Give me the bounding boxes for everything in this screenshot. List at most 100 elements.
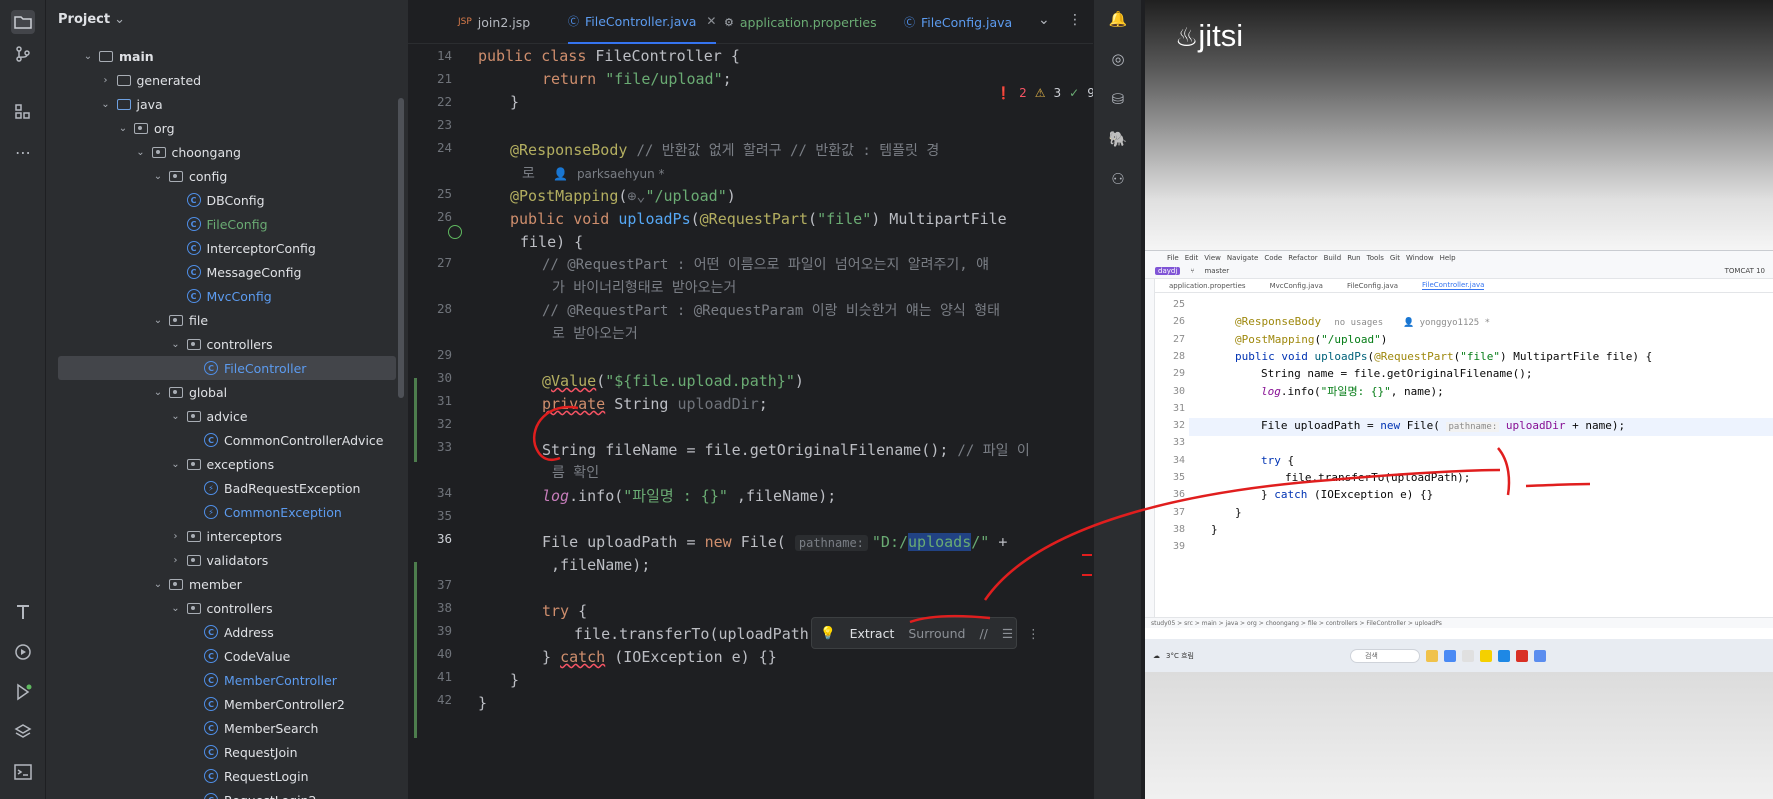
tree-item[interactable]: › validators [46, 548, 408, 572]
chevron-right-icon[interactable]: › [169, 555, 183, 566]
code-line-41: } [510, 671, 520, 689]
run-icon[interactable] [11, 640, 35, 664]
tree-item[interactable]: C MemberController [46, 668, 408, 692]
comment: 로 [522, 166, 535, 182]
shared-breadcrumb-text: study05 > src > main > java > org > choo… [1151, 619, 1442, 627]
comment-icon[interactable]: // [979, 626, 987, 641]
tree-item[interactable]: C CodeValue [46, 644, 408, 668]
chevron-down-icon[interactable]: ⌄ [134, 147, 148, 158]
shared-line-number: 31 [1172, 402, 1185, 414]
tree-item[interactable]: C RequestJoin [46, 740, 408, 764]
chevron-down-icon[interactable]: ⌄ [169, 603, 183, 614]
tree-item[interactable]: C RequestLogin [46, 764, 408, 788]
shared-branch: master [1204, 267, 1230, 275]
tree-item[interactable]: C MvcConfig [46, 284, 408, 308]
chevron-down-icon[interactable]: ⌄ [116, 123, 130, 134]
tree-item[interactable]: C MemberSearch [46, 716, 408, 740]
build-icon[interactable] [11, 600, 35, 624]
debug-icon[interactable] [11, 680, 35, 704]
intellij-icon [1497, 649, 1510, 662]
chevron-down-icon[interactable]: ⌄ [151, 579, 165, 590]
commit-icon[interactable] [11, 42, 35, 66]
tree-item[interactable]: › interceptors [46, 524, 408, 548]
notifications-icon[interactable]: 🔔 [1108, 10, 1128, 30]
tree-item-label: Address [224, 624, 274, 640]
copilot-icon[interactable]: ◎ [1108, 50, 1128, 70]
chevron-down-icon[interactable]: ⌄ [81, 51, 95, 62]
tree-item-label: main [119, 48, 154, 64]
gradle-icon[interactable]: 🐘 [1108, 130, 1128, 150]
package-icon [186, 602, 201, 614]
tree-item[interactable]: C MessageConfig [46, 260, 408, 284]
tree-item[interactable]: ⌄ controllers [46, 596, 408, 620]
tree-item[interactable]: ⚡ CommonException [46, 500, 408, 524]
package-icon [169, 386, 183, 398]
project-title[interactable]: Project ⌄ [58, 12, 125, 27]
tree-item[interactable]: C FileController [58, 356, 396, 380]
editor-tab-bar: JSP join2.jsp Ⓒ FileController.java ✕ ⚙ … [408, 0, 1141, 44]
folder-icon[interactable] [11, 10, 35, 34]
tree-item[interactable]: ⌄ global [46, 380, 408, 404]
terminal-icon[interactable] [11, 760, 35, 784]
database-icon[interactable]: ⛁ [1108, 90, 1128, 110]
tree-item[interactable]: C FileConfig [46, 212, 408, 236]
tree-item[interactable]: C InterceptorConfig [46, 236, 408, 260]
tree-item[interactable]: C MemberController2 [46, 692, 408, 716]
tree-item[interactable]: ⌄ exceptions [46, 452, 408, 476]
tree-scrollbar[interactable] [398, 98, 404, 398]
tab-join2-jsp[interactable]: JSP join2.jsp [458, 0, 530, 44]
close-icon[interactable]: ✕ [706, 14, 716, 28]
folder-icon [1425, 649, 1438, 662]
extract-action[interactable]: Extract [850, 626, 895, 641]
more-icon[interactable]: ⋯ [11, 140, 35, 164]
chevron-down-icon[interactable]: ⌄ [151, 315, 165, 326]
lightbulb-icon[interactable]: 💡 [820, 625, 836, 641]
tree-item[interactable]: ⌄ controllers [46, 332, 408, 356]
python-icon[interactable]: ⚇ [1108, 170, 1128, 190]
line-number: 31 [436, 393, 452, 408]
tab-file-config[interactable]: Ⓒ FileConfig.java [904, 0, 1012, 44]
author-label: parksaehyun * [576, 167, 665, 181]
tree-item[interactable]: ⌄ advice [46, 404, 408, 428]
tree-item[interactable]: ⚡ BadRequestException [46, 476, 408, 500]
chevron-right-icon[interactable]: › [169, 531, 183, 542]
tree-item[interactable]: C DBConfig [46, 188, 408, 212]
tree-item[interactable]: C RequestLogin2 [46, 788, 408, 799]
tree-item[interactable]: ⌄ choongang [46, 140, 408, 164]
code-area[interactable]: public class FileController { ❗2 ⚠3 ✓9 ⌃… [458, 44, 1141, 799]
tree-item[interactable]: ⌄ main [46, 44, 408, 68]
class-icon: C [204, 721, 218, 735]
tab-file-controller[interactable]: Ⓒ FileController.java ✕ [568, 0, 717, 44]
chevron-right-icon[interactable]: › [99, 75, 113, 86]
tree-item[interactable]: › generated [46, 68, 408, 92]
line-number: 39 [436, 623, 452, 638]
chevron-down-icon[interactable]: ⌄ [151, 387, 165, 398]
code-line-36-wrap: ,fileName); [542, 556, 651, 574]
tree-item[interactable]: ⌄ file [46, 308, 408, 332]
chevron-down-icon[interactable]: ⌄ [169, 339, 183, 350]
more-vertical-icon[interactable]: ⋮ [1027, 626, 1040, 641]
tree-item-label: MemberController2 [224, 696, 345, 712]
structure-icon[interactable] [11, 100, 35, 124]
chevron-down-icon[interactable]: ⌄ [99, 99, 113, 110]
chevron-down-icon[interactable]: ⌄ [169, 459, 183, 470]
jitsi-logo: ♨jitsi [1175, 18, 1243, 54]
class-icon: C [186, 193, 201, 207]
tree-item[interactable]: C Address [46, 620, 408, 644]
more-vertical-icon[interactable]: ⋮ [1068, 12, 1082, 28]
surround-action[interactable]: Surround [908, 626, 965, 641]
tab-application-properties[interactable]: ⚙ application.properties [724, 0, 877, 44]
line-number: 27 [436, 255, 452, 270]
chevron-down-icon[interactable]: ⌄ [1038, 12, 1050, 28]
line-number: 28 [436, 301, 452, 316]
code-line-27-wrap: 가 바이너리형태로 받아오는거 [552, 280, 737, 296]
tree-item[interactable]: ⌄ java [46, 92, 408, 116]
layers-icon[interactable] [11, 720, 35, 744]
format-icon[interactable]: ☰ [1002, 626, 1013, 641]
tree-item[interactable]: ⌄ config [46, 164, 408, 188]
tree-item[interactable]: ⌄ member [46, 572, 408, 596]
chevron-down-icon[interactable]: ⌄ [169, 411, 183, 422]
tree-item[interactable]: ⌄ org [46, 116, 408, 140]
chevron-down-icon[interactable]: ⌄ [151, 171, 165, 182]
tree-item[interactable]: C CommonControllerAdvice [46, 428, 408, 452]
